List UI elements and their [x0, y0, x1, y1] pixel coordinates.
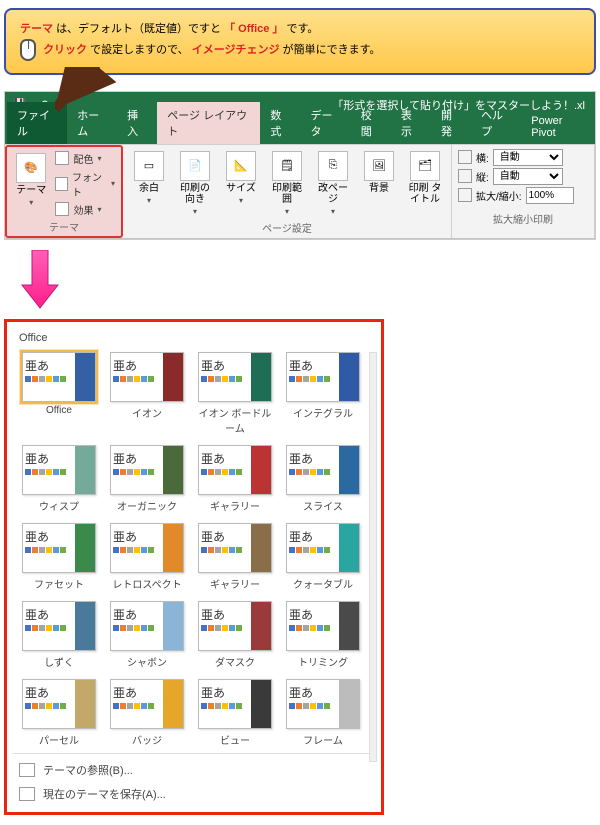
save-theme-icon: [19, 787, 35, 801]
group-gridlines: 枠線 表 印: [595, 145, 600, 238]
breaks-button[interactable]: ⎘改ページ▾: [313, 149, 353, 218]
group-title-themes: テーマ: [13, 217, 115, 234]
theme-label: ギャラリー: [210, 576, 260, 591]
theme-label: トリミング: [298, 654, 348, 669]
save-theme[interactable]: 現在のテーマを保存(A)...: [19, 786, 369, 802]
theme-label: ファセット: [34, 576, 84, 591]
effects-button[interactable]: 効果▾: [55, 202, 115, 217]
theme-item[interactable]: 亜あビュー: [195, 679, 275, 747]
theme-label: シャボン: [127, 654, 167, 669]
print-area-button[interactable]: 🗒印刷範囲▾: [267, 149, 307, 218]
gallery-scrollbar[interactable]: [369, 352, 377, 762]
margins-button[interactable]: ▭余白▾: [129, 149, 169, 207]
theme-label: ウィスプ: [39, 498, 79, 513]
height-icon: [458, 169, 472, 183]
callout-line-1: テーマ は、デフォルト（既定値）ですと 「 Office 」 です。: [20, 20, 580, 39]
tab-view[interactable]: 表示: [391, 102, 431, 144]
height-select[interactable]: 自動: [493, 168, 563, 185]
theme-label: Office: [46, 405, 72, 416]
group-page-setup: ▭余白▾ 📄印刷の 向き▾ 📐サイズ▾ 🗒印刷範囲▾ ⎘改ページ▾ 🖼背景 🗂印…: [123, 145, 452, 238]
orientation-button[interactable]: 📄印刷の 向き▾: [175, 149, 215, 218]
tab-help[interactable]: ヘルプ: [471, 102, 521, 144]
effects-icon: [55, 202, 69, 216]
theme-item[interactable]: 亜あOffice: [19, 352, 99, 435]
group-scale-to-fit: 横: 自動 縦: 自動 拡大/縮小: 拡大縮小印刷: [452, 145, 595, 238]
themes-button[interactable]: 🎨 テーマ ▾: [13, 151, 49, 209]
theme-label: パーセル: [39, 732, 79, 747]
pointer-arrow: [55, 77, 600, 91]
theme-item[interactable]: 亜あウィスプ: [19, 445, 99, 513]
theme-item[interactable]: 亜あギャラリー: [195, 445, 275, 513]
mouse-icon: [20, 39, 36, 61]
theme-item[interactable]: 亜あインテグラル: [283, 352, 363, 435]
background-button[interactable]: 🖼背景: [359, 149, 399, 196]
theme-label: ビュー: [220, 732, 250, 747]
browse-themes[interactable]: テーマの参照(B)...: [19, 762, 369, 778]
tab-developer[interactable]: 開発: [431, 102, 471, 144]
colors-icon: [55, 151, 69, 165]
theme-item[interactable]: 亜あレトロスペクト: [107, 523, 187, 591]
themes-grid: 亜あOffice亜あイオン亜あイオン ボードルーム亜あインテグラル亜あウィスプ亜…: [13, 350, 375, 753]
theme-label: ギャラリー: [210, 498, 260, 513]
callout-box: テーマ は、デフォルト（既定値）ですと 「 Office 」 です。 クリック …: [4, 8, 596, 75]
theme-item[interactable]: 亜あダマスク: [195, 601, 275, 669]
theme-label: イオン ボードルーム: [195, 405, 275, 435]
theme-label: しずく: [44, 654, 74, 669]
callout-theme-word: テーマ: [20, 23, 53, 35]
theme-item[interactable]: 亜あフレーム: [283, 679, 363, 747]
theme-item[interactable]: 亜あイオン ボードルーム: [195, 352, 275, 435]
tab-power-pivot[interactable]: Power Pivot: [521, 110, 595, 144]
width-select[interactable]: 自動: [493, 149, 563, 166]
chevron-down-icon: ▾: [29, 198, 33, 207]
theme-item[interactable]: 亜あファセット: [19, 523, 99, 591]
theme-item[interactable]: 亜あバッジ: [107, 679, 187, 747]
scale-input[interactable]: [526, 187, 574, 204]
theme-item[interactable]: 亜あシャボン: [107, 601, 187, 669]
theme-item[interactable]: 亜あギャラリー: [195, 523, 275, 591]
fonts-icon: [55, 177, 68, 191]
tab-data[interactable]: データ: [301, 102, 351, 144]
theme-label: インテグラル: [293, 405, 353, 420]
width-icon: [458, 150, 472, 164]
group-themes: 🎨 テーマ ▾ 配色▾ フォント▾ 効果▾ テーマ: [5, 145, 123, 238]
themes-icon: 🎨: [16, 153, 46, 183]
scale-icon: [458, 188, 472, 202]
gallery-heading: Office: [13, 328, 375, 350]
theme-item[interactable]: 亜あクォータブル: [283, 523, 363, 591]
theme-label: イオン: [132, 405, 162, 420]
theme-label: クォータブル: [293, 576, 353, 591]
themes-gallery: Office 亜あOffice亜あイオン亜あイオン ボードルーム亜あインテグラル…: [4, 319, 384, 815]
size-button[interactable]: 📐サイズ▾: [221, 149, 261, 207]
print-titles-button[interactable]: 🗂印刷 タイトル: [405, 149, 445, 207]
colors-button[interactable]: 配色▾: [55, 151, 115, 166]
theme-item[interactable]: 亜あイオン: [107, 352, 187, 435]
theme-label: フレーム: [303, 732, 343, 747]
fonts-button[interactable]: フォント▾: [55, 169, 115, 199]
group-title-page-setup: ページ設定: [129, 218, 445, 235]
theme-label: バッジ: [132, 732, 162, 747]
theme-item[interactable]: 亜あしずく: [19, 601, 99, 669]
tab-page-layout[interactable]: ページ レイアウト: [157, 102, 260, 144]
theme-item[interactable]: 亜あスライス: [283, 445, 363, 513]
theme-label: オーガニック: [117, 498, 177, 513]
theme-item[interactable]: 亜あパーセル: [19, 679, 99, 747]
tab-formulas[interactable]: 数式: [260, 102, 300, 144]
callout-office-word: 「 Office 」: [224, 23, 283, 35]
tab-review[interactable]: 校閲: [351, 102, 391, 144]
group-title-scale: 拡大縮小印刷: [458, 209, 588, 226]
theme-label: ダマスク: [215, 654, 255, 669]
folder-icon: [19, 763, 35, 777]
down-arrow-icon: [20, 250, 600, 313]
theme-item[interactable]: 亜あオーガニック: [107, 445, 187, 513]
ribbon: 🎨 テーマ ▾ 配色▾ フォント▾ 効果▾ テーマ: [5, 144, 595, 239]
theme-label: レトロスペクト: [112, 576, 181, 591]
theme-item[interactable]: 亜あトリミング: [283, 601, 363, 669]
theme-label: スライス: [303, 498, 343, 513]
callout-line-2: クリック で設定しますので、 イメージチェンジ が簡単にできます。: [20, 39, 580, 61]
